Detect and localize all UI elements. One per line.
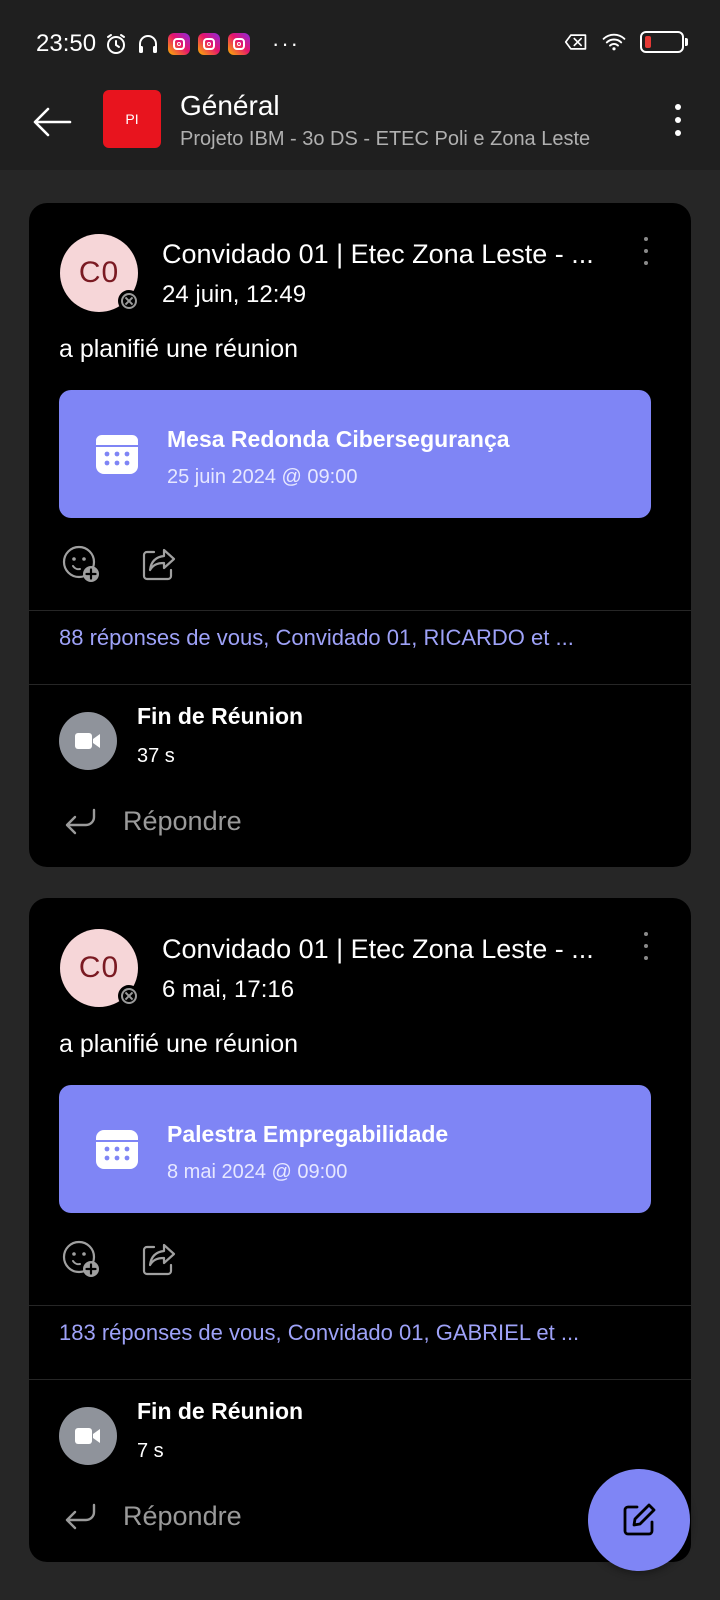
compose-new-post-button[interactable] [588, 1469, 690, 1571]
divider [29, 610, 691, 611]
presence-offline-icon [118, 290, 140, 312]
author-name[interactable]: Convidado 01 | Etec Zona Leste - ... [162, 239, 622, 270]
share-button[interactable] [137, 542, 181, 586]
post-more-button[interactable] [641, 932, 651, 960]
replies-summary-link[interactable]: 88 réponses de vous, Convidado 01, RICAR… [59, 625, 574, 651]
meeting-title: Mesa Redonda Cibersegurança [167, 426, 510, 452]
emoji-add-icon [62, 545, 99, 582]
calendar-icon [96, 435, 138, 474]
meeting-title: Palestra Empregabilidade [167, 1121, 449, 1147]
instagram-icon [168, 33, 190, 55]
more-notifications-icon: ··· [272, 31, 300, 56]
headphones-icon [136, 32, 160, 56]
status-bar: 23:50 ··· [0, 0, 720, 86]
reply-button[interactable]: Répondre [63, 801, 242, 841]
divider [29, 1305, 691, 1306]
share-button[interactable] [137, 1237, 181, 1281]
status-time: 23:50 [36, 30, 97, 57]
meeting-duration: 37 s [137, 745, 175, 767]
dot [675, 117, 681, 123]
calendar-icon [96, 1130, 138, 1169]
share-icon [142, 1243, 176, 1276]
meeting-duration: 7 s [137, 1440, 164, 1462]
instagram-icon [228, 33, 250, 55]
post-card: C0 Convidado 01 | Etec Zona Leste - ... … [29, 898, 691, 1562]
reply-arrow-icon [65, 808, 96, 835]
post-timestamp: 24 juin, 12:49 [162, 281, 307, 308]
app-bar: PI Général Projeto IBM - 3o DS - ETEC Po… [0, 86, 720, 170]
emoji-add-icon [62, 1240, 99, 1277]
post-timestamp: 6 mai, 17:16 [162, 976, 295, 1003]
instagram-icon [198, 33, 220, 55]
sim-off-icon [564, 30, 588, 54]
reaction-row [59, 539, 181, 589]
status-icons-right [564, 30, 688, 54]
team-avatar[interactable]: PI [103, 90, 161, 148]
dot [675, 104, 681, 110]
more-options-button[interactable] [666, 100, 690, 140]
post-more-button[interactable] [641, 237, 651, 265]
channel-title[interactable]: Général [180, 90, 280, 122]
battery-icon [640, 31, 688, 53]
author-name[interactable]: Convidado 01 | Etec Zona Leste - ... [162, 934, 622, 965]
reply-label: Répondre [123, 805, 242, 836]
video-call-icon [59, 1407, 117, 1465]
divider [29, 1379, 691, 1380]
meeting-card[interactable]: Mesa Redonda Cibersegurança 25 juin 2024… [59, 390, 651, 518]
add-reaction-button[interactable] [59, 542, 103, 586]
team-name[interactable]: Projeto IBM - 3o DS - ETEC Poli e Zona L… [180, 128, 590, 151]
meeting-date: 8 mai 2024 @ 09:00 [167, 1161, 348, 1183]
share-icon [142, 548, 176, 581]
replies-summary-link[interactable]: 183 réponses de vous, Convidado 01, GABR… [59, 1320, 579, 1346]
post-action-text: a planifié une réunion [59, 335, 299, 363]
compose-icon [623, 1503, 656, 1536]
add-reaction-button[interactable] [59, 1237, 103, 1281]
meeting-ended-title[interactable]: Fin de Réunion [137, 1398, 303, 1425]
meeting-ended-title[interactable]: Fin de Réunion [137, 703, 303, 730]
arrow-left-icon [33, 107, 72, 137]
post-card: C0 Convidado 01 | Etec Zona Leste - ... … [29, 203, 691, 867]
reply-label: Répondre [123, 1500, 242, 1531]
video-call-icon [59, 712, 117, 770]
status-icons-left: ··· [104, 31, 300, 57]
presence-offline-icon [118, 985, 140, 1007]
divider [29, 684, 691, 685]
reply-arrow-icon [65, 1503, 96, 1530]
post-action-text: a planifié une réunion [59, 1030, 299, 1058]
wifi-icon [602, 30, 626, 54]
alarm-icon [104, 32, 128, 56]
meeting-date: 25 juin 2024 @ 09:00 [167, 466, 358, 488]
dot [675, 130, 681, 136]
back-button[interactable] [28, 98, 76, 146]
reaction-row [59, 1234, 181, 1284]
reply-button[interactable]: Répondre [63, 1496, 242, 1536]
meeting-card[interactable]: Palestra Empregabilidade 8 mai 2024 @ 09… [59, 1085, 651, 1213]
